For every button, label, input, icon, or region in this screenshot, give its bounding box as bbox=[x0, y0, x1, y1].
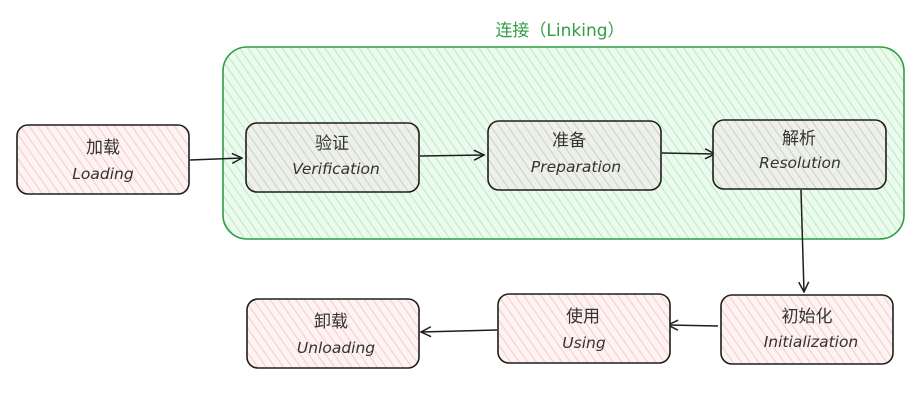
node-using: 使用 Using bbox=[497, 293, 671, 364]
edge-preparation-to-resolution bbox=[661, 153, 715, 154]
node-resolution: 解析 Resolution bbox=[712, 119, 887, 190]
node-initialization-zh: 初始化 bbox=[782, 307, 833, 327]
node-preparation: 准备 Preparation bbox=[487, 120, 662, 191]
class-loading-diagram: 连接（Linking） 加载 Loading 验证 Verification 准… bbox=[16, 21, 905, 369]
edge-using-to-unloading bbox=[421, 330, 498, 332]
node-preparation-zh: 准备 bbox=[552, 131, 586, 151]
node-loading-en: Loading bbox=[72, 165, 134, 183]
node-loading: 加载 Loading bbox=[16, 124, 190, 195]
node-verification-zh: 验证 bbox=[315, 134, 349, 154]
node-loading-zh: 加载 bbox=[86, 138, 120, 158]
node-resolution-zh: 解析 bbox=[782, 129, 816, 149]
node-verification: 验证 Verification bbox=[245, 122, 420, 193]
node-unloading-zh: 卸载 bbox=[314, 312, 348, 332]
node-initialization-en: Initialization bbox=[764, 333, 859, 351]
node-initialization: 初始化 Initialization bbox=[720, 294, 894, 365]
edge-initialization-to-using bbox=[668, 325, 719, 326]
node-preparation-en: Preparation bbox=[531, 158, 621, 176]
linking-group-title: 连接（Linking） bbox=[495, 21, 624, 41]
node-unloading-en: Unloading bbox=[297, 339, 375, 357]
edge-verification-to-preparation bbox=[419, 155, 484, 156]
node-verification-en: Verification bbox=[292, 160, 380, 178]
node-resolution-en: Resolution bbox=[759, 154, 841, 172]
node-using-en: Using bbox=[562, 334, 606, 352]
node-using-zh: 使用 bbox=[566, 306, 600, 327]
node-unloading: 卸载 Unloading bbox=[246, 298, 420, 369]
